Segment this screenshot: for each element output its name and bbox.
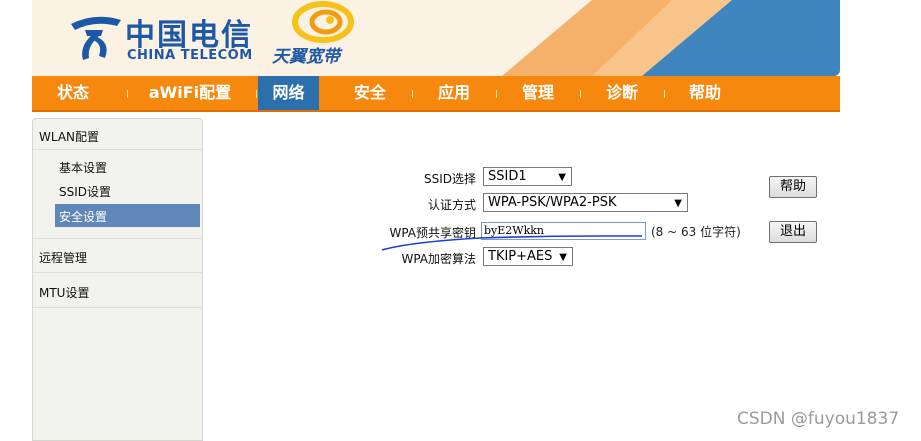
sidebar-group-remote-management[interactable]: 远程管理 (39, 249, 208, 266)
nav-item-status[interactable]: 状态 (42, 76, 104, 110)
auth-mode-label: 认证方式 (427, 198, 476, 212)
nav-separator (127, 90, 128, 98)
sidebar-item-basic-settings[interactable]: 基本设置 (59, 159, 107, 176)
china-telecom-emblem-icon (71, 16, 121, 60)
sidebar-item-security-settings[interactable]: 安全设置 (55, 204, 200, 227)
sidebar-group-mtu[interactable]: MTU设置 (39, 284, 208, 301)
sidebar-divider (33, 272, 202, 273)
sidebar-item-label: 安全设置 (59, 210, 108, 224)
nav-item-security[interactable]: 安全 (340, 76, 400, 110)
ssid-select[interactable]: SSID1 ▼ (483, 167, 572, 186)
nav-separator (496, 90, 497, 98)
tianyi-swirl-icon (292, 1, 354, 43)
nav-item-network[interactable]: 网络 (258, 76, 319, 110)
logo-english-text: CHINA TELECOM (127, 48, 253, 63)
chevron-down-icon: ▼ (558, 172, 566, 183)
nav-separator (580, 90, 581, 98)
nav-item-management[interactable]: 管理 (508, 76, 568, 110)
hand-drawn-underline (381, 235, 642, 251)
brand-text: 天翼宽带 (272, 47, 340, 67)
header-banner: 中国电信 CHINA TELECOM 天翼宽带 (32, 0, 840, 76)
sidebar-divider (33, 238, 202, 239)
chevron-down-icon: ▼ (674, 198, 682, 209)
auth-mode-select[interactable]: WPA-PSK/WPA2-PSK ▼ (483, 193, 688, 212)
csdn-watermark: CSDN @fuyou1837 (737, 409, 900, 429)
sidebar-group-wlan[interactable]: WLAN配置 (39, 128, 208, 145)
nav-item-help[interactable]: 帮助 (675, 76, 735, 110)
psk-length-hint: (8 ~ 63 位字符) (651, 225, 741, 239)
sidebar: WLAN配置 基本设置 SSID设置 安全设置 远程管理 MTU设置 (32, 118, 203, 441)
nav-item-diagnostics[interactable]: 诊断 (592, 76, 652, 110)
china-telecom-logo: 中国电信 CHINA TELECOM (65, 8, 295, 64)
help-button[interactable]: 帮助 (769, 176, 817, 198)
nav-item-applications[interactable]: 应用 (424, 76, 484, 110)
nav-separator (412, 90, 413, 98)
ssid-select-value: SSID1 (488, 169, 527, 184)
sidebar-divider (33, 149, 202, 150)
logout-button[interactable]: 退出 (769, 221, 817, 243)
nav-separator (664, 90, 665, 98)
sidebar-item-ssid-settings[interactable]: SSID设置 (59, 183, 111, 200)
sidebar-divider (33, 307, 202, 308)
main-nav: 状态 aWiFi配置 网络 安全 应用 管理 诊断 帮助 (32, 76, 840, 112)
nav-item-awifi[interactable]: aWiFi配置 (132, 76, 248, 110)
nav-separator (256, 90, 257, 98)
tianyi-broadband-logo: 天翼宽带 (272, 0, 382, 70)
ssid-select-label: SSID选择 (423, 172, 476, 186)
auth-mode-value: WPA-PSK/WPA2-PSK (488, 195, 617, 210)
